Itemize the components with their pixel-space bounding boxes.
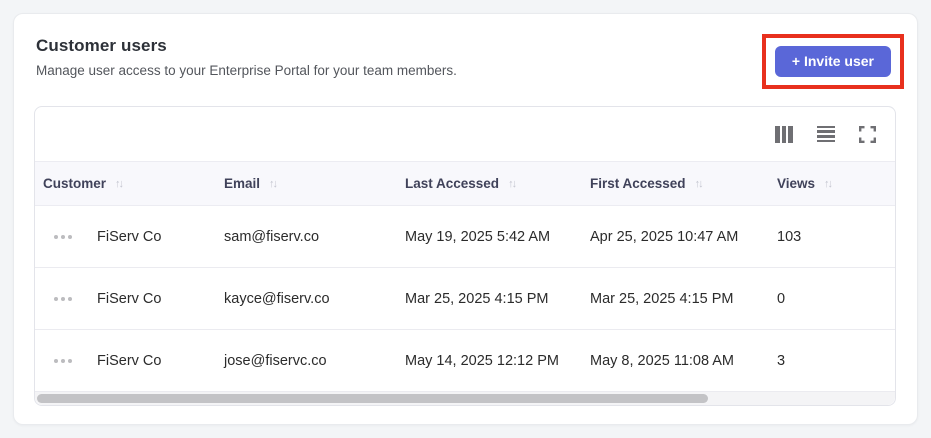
cell-views: 3	[777, 352, 786, 369]
cell-first-accessed: Apr 25, 2025 10:47 AM	[590, 228, 739, 245]
cell-first-accessed: May 8, 2025 11:08 AM	[590, 352, 735, 369]
table-row: FiServ Co kayce@fiserv.co Mar 25, 2025 4…	[35, 268, 895, 330]
table-toolbar	[35, 107, 895, 161]
annotation-highlight-box: + Invite user	[761, 34, 904, 89]
sort-icon[interactable]: ↑↓	[115, 178, 124, 190]
customer-users-card: Customer users Manage user access to you…	[13, 13, 918, 425]
columns-icon[interactable]	[775, 125, 794, 143]
column-header-first-accessed[interactable]: First Accessed ↑↓	[590, 176, 777, 191]
fullscreen-icon[interactable]	[859, 125, 877, 143]
cell-last-accessed: May 14, 2025 12:12 PM	[405, 352, 559, 369]
cell-email: jose@fiservc.co	[224, 352, 327, 369]
column-header-views[interactable]: Views ↑↓	[777, 176, 895, 191]
sort-icon[interactable]: ↑↓	[824, 178, 833, 190]
users-table-card: Customer ↑↓ Email ↑↓ Last Accessed ↑↓ Fi…	[34, 106, 896, 406]
column-header-email[interactable]: Email ↑↓	[224, 176, 405, 191]
sort-icon[interactable]: ↑↓	[508, 178, 517, 190]
table-header-row: Customer ↑↓ Email ↑↓ Last Accessed ↑↓ Fi…	[35, 161, 895, 206]
sort-icon[interactable]: ↑↓	[269, 178, 278, 190]
sort-icon[interactable]: ↑↓	[695, 178, 704, 190]
table-row: FiServ Co sam@fiserv.co May 19, 2025 5:4…	[35, 206, 895, 268]
horizontal-scrollbar[interactable]	[35, 392, 895, 405]
cell-customer: FiServ Co	[97, 290, 162, 307]
column-header-customer[interactable]: Customer ↑↓	[35, 176, 224, 191]
cell-email: kayce@fiserv.co	[224, 290, 330, 307]
row-actions-icon[interactable]	[35, 234, 97, 239]
cell-views: 0	[777, 290, 786, 307]
cell-email: sam@fiserv.co	[224, 228, 320, 245]
cell-last-accessed: Mar 25, 2025 4:15 PM	[405, 290, 549, 307]
table-row: FiServ Co jose@fiservc.co May 14, 2025 1…	[35, 330, 895, 392]
density-icon[interactable]	[817, 125, 835, 143]
cell-last-accessed: May 19, 2025 5:42 AM	[405, 228, 551, 245]
column-header-last-accessed[interactable]: Last Accessed ↑↓	[405, 176, 590, 191]
cell-customer: FiServ Co	[97, 228, 162, 245]
invite-user-button[interactable]: + Invite user	[774, 46, 891, 77]
row-actions-icon[interactable]	[35, 358, 97, 363]
cell-customer: FiServ Co	[97, 352, 162, 369]
cell-first-accessed: Mar 25, 2025 4:15 PM	[590, 290, 734, 307]
horizontal-scrollbar-thumb[interactable]	[37, 394, 708, 403]
row-actions-icon[interactable]	[35, 296, 97, 301]
cell-views: 103	[777, 228, 802, 245]
